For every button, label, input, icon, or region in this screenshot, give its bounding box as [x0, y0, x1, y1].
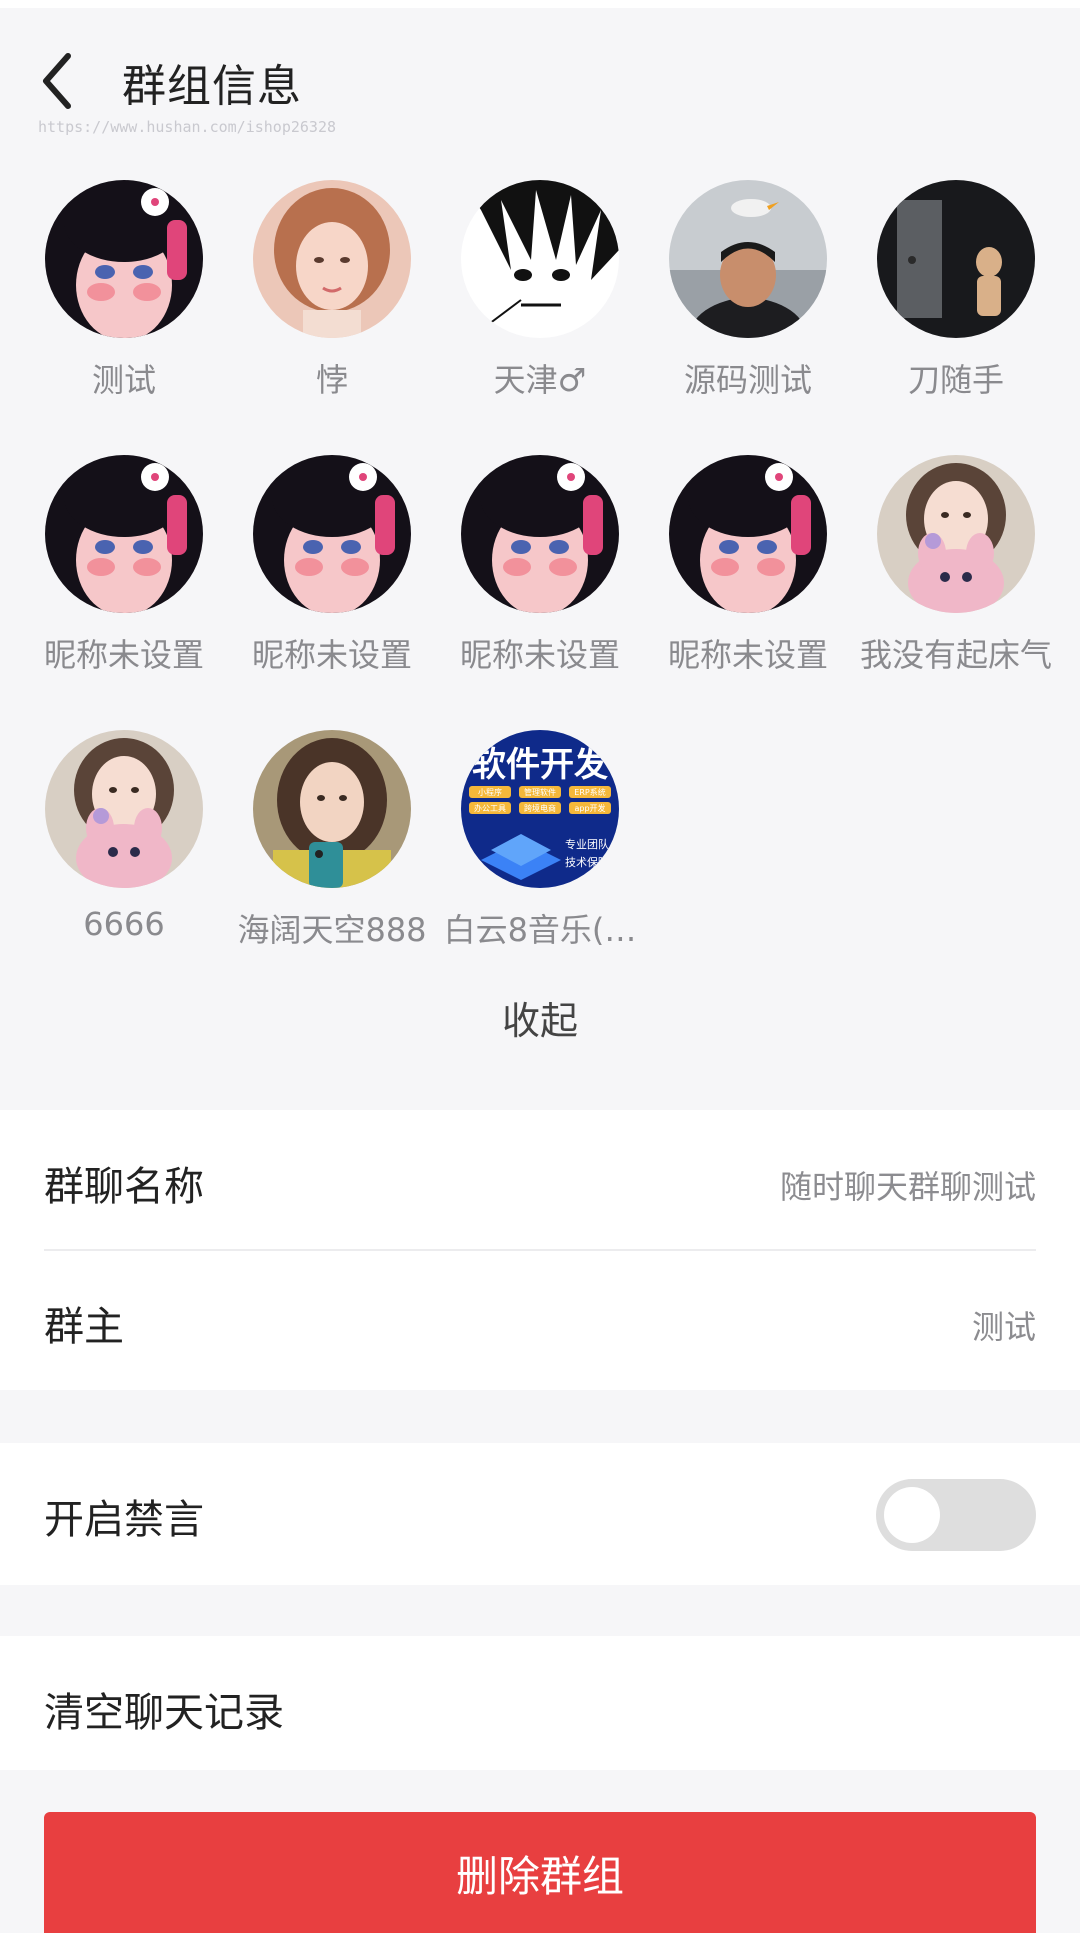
- member-item[interactable]: 我没有起床气: [832, 440, 1052, 680]
- member-item[interactable]: 昵称未设置: [208, 440, 416, 680]
- clear-history-label: 清空聊天记录: [44, 1690, 284, 1736]
- member-name: 刀随手: [907, 361, 1004, 399]
- girl-phone-avatar: [253, 730, 411, 888]
- member-item[interactable]: 昵称未设置: [624, 440, 832, 680]
- girl-plush-avatar: [45, 730, 203, 888]
- ad-tag: ERP系统: [574, 787, 605, 797]
- collapse-button[interactable]: 收起: [440, 990, 640, 1046]
- mute-all-toggle[interactable]: [876, 1479, 1036, 1551]
- group-basic-section: 群聊名称 随时聊天群聊测试 群主 测试: [0, 1110, 1080, 1390]
- member-item[interactable]: 测试: [0, 165, 208, 405]
- anime-girl-avatar: [45, 455, 203, 613]
- member-item[interactable]: 海阔天空888: [208, 715, 427, 955]
- manga-boy-avatar: [461, 180, 619, 338]
- header: 群组信息 https://www.hushan.com/ishop26328: [0, 8, 1080, 138]
- status-bar: [0, 0, 1080, 8]
- ad-tag: 跨境电商: [524, 803, 556, 813]
- group-name-row[interactable]: 群聊名称 随时聊天群聊测试: [0, 1110, 1080, 1250]
- watermark: https://www.hushan.com/ishop26328: [38, 118, 337, 136]
- ad-tag: app开发: [574, 803, 605, 813]
- member-name: 白云8音乐(…: [443, 911, 637, 949]
- group-owner-label: 群主: [44, 1304, 124, 1350]
- ad-bullet: 技术保障: [565, 855, 609, 869]
- anime-girl-avatar: [461, 455, 619, 613]
- member-item[interactable]: 悖: [208, 165, 416, 405]
- chevron-left-icon: [43, 53, 71, 109]
- delete-group-button[interactable]: 删除群组: [44, 1812, 1036, 1933]
- member-item[interactable]: 刀随手: [832, 165, 1040, 405]
- member-item[interactable]: 天津♂: [416, 165, 624, 405]
- ad-tag: 管理软件: [524, 787, 556, 797]
- toggle-knob: [884, 1487, 940, 1543]
- group-name-label: 群聊名称: [44, 1164, 204, 1210]
- member-item[interactable]: 软件开发 小程序 管理软件 ERP系统 办公工具 跨境电商 app开发 专业团队…: [416, 715, 636, 955]
- group-info-page: 群组信息 https://www.hushan.com/ishop26328 测…: [0, 0, 1080, 1933]
- ad-tag: 办公工具: [474, 803, 506, 813]
- woman-short-hair-avatar: [253, 180, 411, 338]
- member-name: 我没有起床气: [859, 636, 1052, 674]
- ad-headline: 软件开发: [472, 745, 608, 785]
- mute-section: 开启禁言: [0, 1443, 1080, 1585]
- group-name-value: 随时聊天群聊测试: [779, 1168, 1036, 1206]
- back-button[interactable]: [34, 46, 90, 116]
- mute-all-label: 开启禁言: [44, 1497, 204, 1543]
- anime-girl-avatar: [669, 455, 827, 613]
- ad-bullet: 专业团队: [565, 837, 609, 851]
- page-title: 群组信息: [122, 61, 302, 112]
- member-item[interactable]: 6666: [0, 715, 208, 955]
- member-item[interactable]: 源码测试: [624, 165, 832, 405]
- dark-figure-avatar: [877, 180, 1035, 338]
- clear-history-section: 清空聊天记录: [0, 1636, 1080, 1770]
- member-item[interactable]: 昵称未设置: [0, 440, 208, 680]
- clear-history-row[interactable]: 清空聊天记录: [0, 1636, 1080, 1776]
- group-owner-row[interactable]: 群主 测试: [0, 1250, 1080, 1390]
- ad-tag: 小程序: [478, 787, 502, 797]
- member-item[interactable]: 昵称未设置: [416, 440, 624, 680]
- software-ad-avatar: 软件开发 小程序 管理软件 ERP系统 办公工具 跨境电商 app开发 专业团队…: [461, 730, 619, 888]
- anime-girl-avatar: [45, 180, 203, 338]
- man-seagull-avatar: [669, 180, 827, 338]
- group-owner-value: 测试: [971, 1308, 1036, 1346]
- anime-girl-avatar: [253, 455, 411, 613]
- mute-all-row: 开启禁言: [0, 1443, 1080, 1583]
- girl-plush-avatar: [877, 455, 1035, 613]
